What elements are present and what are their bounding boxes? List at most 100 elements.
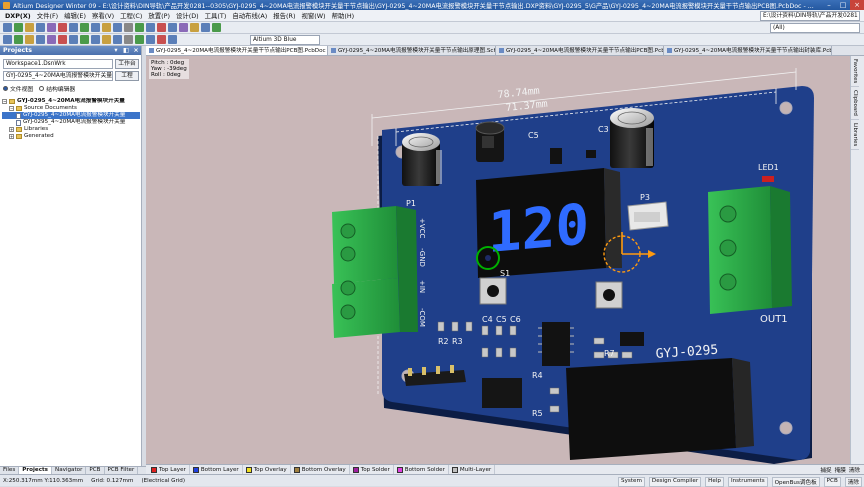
layer-tab[interactable]: Top Solder (350, 465, 394, 474)
tree-item[interactable]: − Source Documents (2, 105, 140, 112)
tree-item[interactable]: GYJ-0295_4~20MA电流报警模块开关量 (2, 112, 140, 119)
close-button[interactable]: × (850, 0, 864, 10)
toolbar-button[interactable] (212, 23, 221, 32)
toolbar-button[interactable] (80, 23, 89, 32)
right-panel-tab[interactable]: Clipboard (851, 87, 859, 121)
workspace-select[interactable]: Workspace1.DsnWrk (3, 59, 113, 69)
toolbar-button[interactable] (47, 23, 56, 32)
toolbar-button[interactable] (36, 35, 45, 44)
tree-item[interactable]: + Generated (2, 133, 140, 140)
toolbar-button[interactable] (36, 23, 45, 32)
toolbar-button[interactable] (47, 35, 56, 44)
toolbar-button[interactable] (25, 23, 34, 32)
toolbar-button[interactable] (135, 35, 144, 44)
struct-view-radio[interactable] (39, 86, 45, 91)
toolbar-button[interactable] (102, 23, 111, 32)
menu-item[interactable]: 文件(F) (34, 11, 61, 20)
toolbar-button[interactable] (190, 23, 199, 32)
toolbar-button[interactable] (91, 35, 100, 44)
file-view-radio[interactable] (3, 86, 8, 91)
layer-tab[interactable]: Top Layer (148, 465, 190, 474)
document-tab[interactable]: GYJ-0295_4~20MA电流报警模块开关量干节点输出封装库.PcbLib (664, 46, 832, 55)
toolbar-button[interactable] (168, 23, 177, 32)
expand-toggle-icon[interactable]: − (9, 106, 14, 111)
menu-item[interactable]: 工程(C) (117, 11, 145, 20)
menu-item[interactable]: 帮助(H) (329, 11, 358, 20)
document-tab[interactable]: GYJ-0295_4~20MA电流报警模块开关量干节点输出PCB图.PcbDoc (146, 46, 328, 55)
layer-tab[interactable]: Bottom Solder (394, 465, 449, 474)
toolbar-button[interactable] (113, 35, 122, 44)
document-tab[interactable]: GYJ-0295_4~20MA电流报警模块开关量干节点输出PCB图.PcbLib (496, 46, 664, 55)
toolbar-button[interactable] (3, 23, 12, 32)
document-icon (149, 48, 154, 53)
toolbar-button[interactable] (69, 35, 78, 44)
menu-item[interactable]: 自动布线(A) (229, 11, 270, 20)
toolbar-button[interactable] (146, 23, 155, 32)
toolbar-button[interactable] (3, 35, 12, 44)
folder-icon (16, 134, 22, 139)
project-select[interactable]: GYJ-0295_4~20MA电流报警模块开关量干节点输 (3, 71, 113, 81)
layer-tool-button[interactable]: 清除 (849, 466, 860, 474)
layer-tool-button[interactable]: 捕捉 (820, 466, 831, 474)
path-combo[interactable]: E:\设计资料\DIN导轨\产品开发0281 (760, 11, 860, 21)
toolbar-button[interactable] (146, 35, 155, 44)
toolbar-button[interactable] (124, 35, 133, 44)
right-panel-tab[interactable]: Favorites (851, 56, 859, 88)
panel-close-icon[interactable]: × (131, 46, 141, 55)
menu-item[interactable]: 察看(V) (89, 11, 117, 20)
panel-tab[interactable]: PCB (86, 467, 105, 474)
panel-tab[interactable]: PCB Filter (105, 467, 139, 474)
toolbar-button[interactable] (102, 35, 111, 44)
panel-menu-icon[interactable]: ▾ (111, 46, 121, 55)
toolbar-button[interactable] (157, 35, 166, 44)
workspace-button[interactable]: 工作台 (115, 59, 139, 69)
layer-tool-button[interactable]: 掩膜 (835, 466, 846, 474)
view-config-select[interactable]: Altium 3D Blue (250, 35, 320, 45)
panel-pin-icon[interactable]: ◧ (121, 46, 131, 55)
layer-tab[interactable]: Multi-Layer (449, 465, 496, 474)
panel-tab[interactable]: Files (0, 467, 20, 474)
toolbar-button[interactable] (124, 23, 133, 32)
tree-item-label: Generated (24, 133, 54, 139)
toolbar-button[interactable] (179, 23, 188, 32)
toolbar-button[interactable] (135, 23, 144, 32)
menu-item[interactable]: 视窗(W) (298, 11, 328, 20)
right-panel-tab[interactable]: Libraries (851, 120, 859, 151)
toolbar-button[interactable] (113, 23, 122, 32)
document-tab[interactable]: GYJ-0295_4~20MA电流报警模块开关量干节点输出原理图.SchDoc (328, 46, 496, 55)
expand-toggle-icon[interactable]: + (9, 127, 14, 132)
layer-tab[interactable]: Bottom Layer (190, 465, 243, 474)
toolbar-button[interactable] (25, 35, 34, 44)
tree-item[interactable]: + Libraries (2, 126, 140, 133)
toolbar-button[interactable] (80, 35, 89, 44)
menu-item[interactable]: 设计(D) (173, 11, 202, 20)
tree-item[interactable]: − GYJ-0295_4~20MA电流报警模块开关量 (2, 98, 140, 105)
toolbar-button[interactable] (14, 23, 23, 32)
toolbar-button[interactable] (14, 35, 23, 44)
tree-item[interactable]: GYJ-0295_4~20MA电流报警模块开关量 (2, 119, 140, 126)
panel-tab[interactable]: Navigator (52, 467, 87, 474)
toolbar-button[interactable] (201, 23, 210, 32)
minimize-button[interactable]: – (822, 0, 836, 10)
filter-select[interactable]: (All) (770, 23, 860, 33)
menu-item[interactable]: DXP(X) (2, 12, 34, 20)
toolbar-button[interactable] (91, 23, 100, 32)
layer-tab[interactable]: Bottom Overlay (291, 465, 350, 474)
toolbar-button[interactable] (168, 35, 177, 44)
layer-tab[interactable]: Top Overlay (243, 465, 291, 474)
toolbar-button[interactable] (69, 23, 78, 32)
pcb-3d-viewport[interactable]: 78.74mm 71.37mm 120 P1 P3 S1 LED1 OUT1 R… (146, 56, 850, 464)
maximize-button[interactable]: □ (836, 0, 850, 10)
expand-toggle-icon[interactable]: − (2, 99, 7, 104)
toolbar-button[interactable] (58, 35, 67, 44)
menu-item[interactable]: 放置(P) (145, 11, 173, 20)
toolbar-button[interactable] (157, 23, 166, 32)
toolbar-button[interactable] (58, 23, 67, 32)
panel-tab[interactable]: Projects (19, 467, 53, 474)
silk-r2: R2 (438, 337, 449, 346)
menu-item[interactable]: 报告(R) (270, 11, 298, 20)
menu-item[interactable]: 工具(T) (202, 11, 230, 20)
menu-item[interactable]: 编辑(E) (61, 11, 89, 20)
expand-toggle-icon[interactable]: + (9, 134, 14, 139)
project-button[interactable]: 工程 (115, 71, 139, 81)
